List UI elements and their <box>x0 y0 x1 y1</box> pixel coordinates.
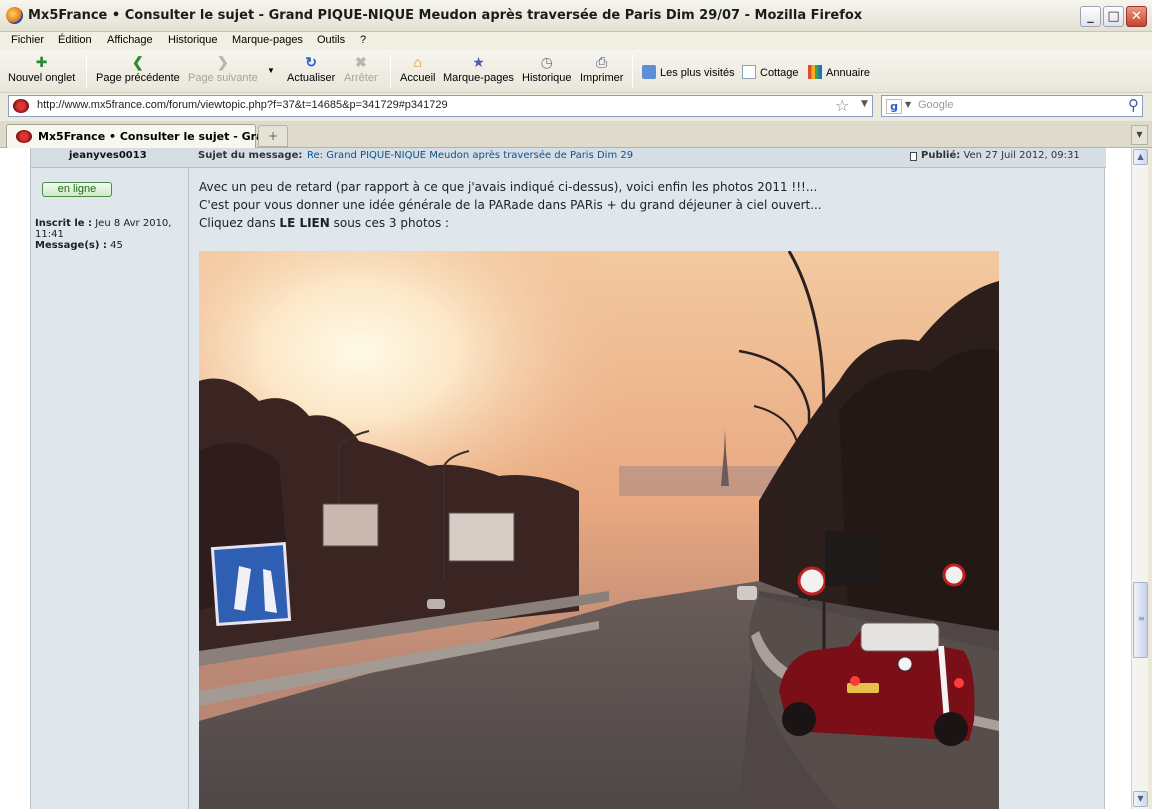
post-author[interactable]: jeanyves0013 <box>69 150 147 161</box>
forward-arrow-icon: ❯ <box>216 54 229 70</box>
bookmark-star-icon[interactable]: ☆ <box>835 96 849 115</box>
post-icon[interactable] <box>910 152 917 161</box>
grip-icon: ≡ <box>1138 614 1145 623</box>
new-tab-icon: ✚ <box>35 54 48 70</box>
post-photo[interactable] <box>199 251 999 809</box>
toolbar-separator <box>86 54 87 88</box>
maximize-button[interactable]: □ <box>1103 6 1124 27</box>
google-icon[interactable]: g <box>886 99 902 114</box>
annuaire-icon <box>808 65 822 79</box>
address-bar[interactable]: http://www.mx5france.com/forum/viewtopic… <box>8 95 873 117</box>
profile-info: Inscrit le : Jeu 8 Avr 2010, 11:41 Messa… <box>35 218 172 251</box>
smart-folder-icon <box>642 65 656 79</box>
home-icon: ⌂ <box>413 54 422 70</box>
search-placeholder: Google <box>918 99 954 111</box>
menu-edition[interactable]: Édition <box>58 34 92 46</box>
subject-label: Sujet du message: <box>198 150 303 161</box>
firefox-icon <box>6 7 23 24</box>
stop-button[interactable]: ✖ Arrêter <box>344 54 378 84</box>
url-dropdown-icon[interactable]: ▼ <box>861 99 868 109</box>
toolbar-separator <box>632 54 633 88</box>
scroll-down-icon[interactable]: ▼ <box>1133 791 1148 807</box>
window-title: Mx5France • Consulter le sujet - Grand P… <box>28 8 863 23</box>
home-button[interactable]: ⌂ Accueil <box>400 54 435 84</box>
page-icon <box>742 65 756 79</box>
forum-post: jeanyves0013 Sujet du message: Re: Grand… <box>30 148 1106 809</box>
close-button[interactable]: ✕ <box>1126 6 1147 27</box>
menu-outils[interactable]: Outils <box>317 34 345 46</box>
tab-bar: Mx5France • Consulter le sujet - Gra... … <box>0 121 1152 148</box>
print-button[interactable]: ⎙ Imprimer <box>580 54 623 84</box>
scroll-thumb[interactable]: ≡ <box>1133 582 1148 658</box>
tab-favicon-icon <box>16 130 32 143</box>
engine-dropdown-icon[interactable]: ▼ <box>905 100 911 109</box>
bookmarks-button[interactable]: ★ Marque-pages <box>443 54 514 84</box>
new-tab-plus-button[interactable]: + <box>258 125 288 147</box>
window-border <box>1148 148 1152 809</box>
history-button[interactable]: ◷ Historique <box>522 54 572 84</box>
toolbar-separator <box>390 54 391 88</box>
tab-list-button[interactable]: ▼ <box>1131 125 1148 145</box>
window-titlebar: Mx5France • Consulter le sujet - Grand P… <box>0 0 1152 32</box>
tab-title: Mx5France • Consulter le sujet - Gra... <box>38 130 277 143</box>
sunset-road-photo <box>199 251 999 809</box>
post-body-line: Avec un peu de retard (par rapport à ce … <box>199 180 818 194</box>
clock-icon: ◷ <box>540 54 553 70</box>
stop-icon: ✖ <box>354 54 367 70</box>
menu-fichier[interactable]: Fichier <box>11 34 44 46</box>
menu-help[interactable]: ? <box>360 34 366 46</box>
site-favicon-icon <box>13 99 29 113</box>
reload-icon: ↻ <box>305 54 317 70</box>
back-button[interactable]: ❮ Page précédente <box>96 54 180 84</box>
reload-button[interactable]: ↻ Actualiser <box>287 54 335 84</box>
bookmark-cottage[interactable]: Cottage <box>742 65 799 79</box>
scroll-up-icon[interactable]: ▲ <box>1133 149 1148 165</box>
online-status-badge: en ligne <box>42 182 112 197</box>
published-date: Publié: Ven 27 Juil 2012, 09:31 <box>921 150 1080 161</box>
tab-active[interactable]: Mx5France • Consulter le sujet - Gra... <box>6 124 276 148</box>
post-body-line: Cliquez dans LE LIEN sous ces 3 photos : <box>199 216 450 230</box>
menu-bar: Fichier Édition Affichage Historique Mar… <box>0 32 1152 50</box>
printer-icon: ⎙ <box>596 54 608 70</box>
post-header: jeanyves0013 Sujet du message: Re: Grand… <box>31 148 1106 168</box>
minimize-button[interactable]: _ <box>1080 6 1101 27</box>
post-body: Avec un peu de retard (par rapport à ce … <box>199 178 1079 232</box>
page-viewport: jeanyves0013 Sujet du message: Re: Grand… <box>0 148 1131 809</box>
menu-marque-pages[interactable]: Marque-pages <box>232 34 303 46</box>
bookmark-most-visited[interactable]: Les plus visités <box>642 65 735 79</box>
menu-historique[interactable]: Historique <box>168 34 218 46</box>
search-bar[interactable]: g ▼ Google ⚲ <box>881 95 1143 117</box>
forward-button[interactable]: ❯ Page suivante <box>188 54 258 84</box>
bookmark-annuaire[interactable]: Annuaire <box>808 65 870 79</box>
search-icon[interactable]: ⚲ <box>1128 96 1139 114</box>
bookmarks-icon: ★ <box>472 54 485 70</box>
post-subject-link[interactable]: Re: Grand PIQUE-NIQUE Meudon après trave… <box>307 150 633 161</box>
new-tab-button[interactable]: ✚ Nouvel onglet <box>8 54 75 84</box>
url-text[interactable]: http://www.mx5france.com/forum/viewtopic… <box>37 99 448 111</box>
dropdown-arrow-icon: ▼ <box>267 66 275 75</box>
menu-affichage[interactable]: Affichage <box>107 34 153 46</box>
url-row: http://www.mx5france.com/forum/viewtopic… <box>0 93 1152 121</box>
post-body-line: C'est pour vous donner une idée générale… <box>199 198 822 212</box>
navigation-toolbar: ✚ Nouvel onglet ❮ Page précédente ❯ Page… <box>0 50 1152 93</box>
back-arrow-icon: ❮ <box>132 54 144 70</box>
history-dropdown[interactable]: ▼ <box>267 64 275 76</box>
vertical-scrollbar[interactable]: ▲ ≡ ▼ <box>1131 148 1148 809</box>
